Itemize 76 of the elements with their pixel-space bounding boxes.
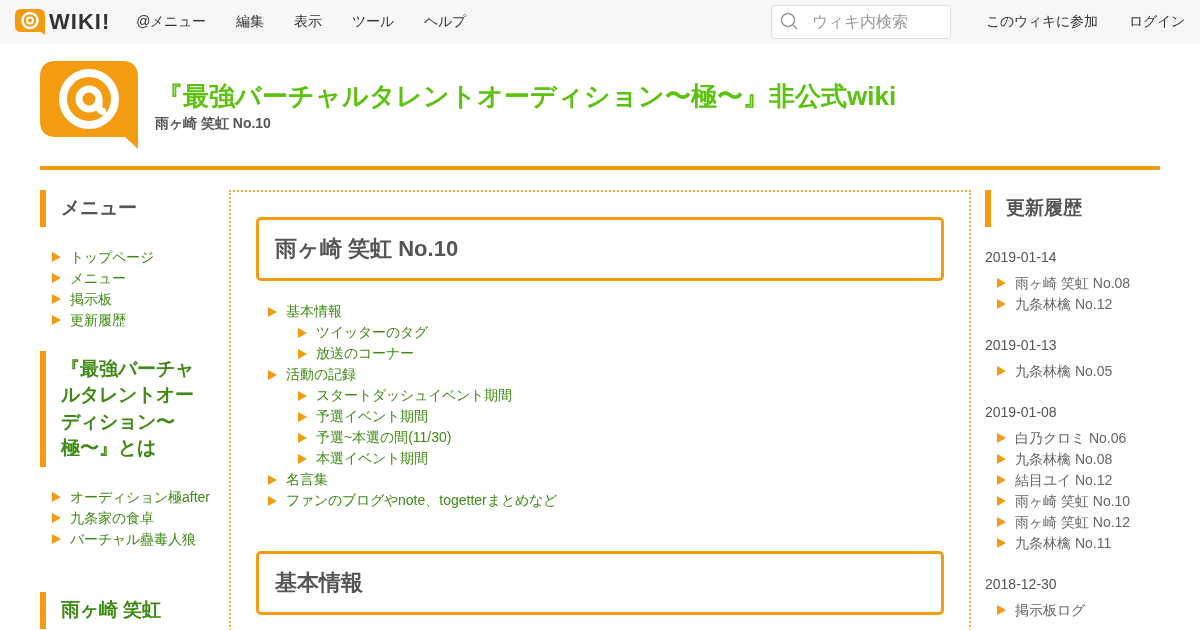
nav-link[interactable]: 本選イベント期間 (316, 448, 428, 469)
nav-link[interactable]: 九条林檎 No.05 (1015, 360, 1113, 382)
nav-link[interactable]: 予選~本選の間(11/30) (316, 427, 452, 448)
page-heading: 雨ヶ崎 笑虹 No.10 (256, 217, 944, 281)
menu-item[interactable]: 編集 (236, 13, 265, 31)
triangle-bullet-icon (298, 453, 307, 464)
triangle-bullet-icon (298, 327, 307, 338)
nav-link[interactable]: 更新履歴 (70, 309, 126, 331)
nav-link[interactable]: 活動の記録 (286, 364, 356, 385)
nav-link[interactable]: 掲示板ログ (1015, 599, 1085, 621)
nav-link[interactable]: トップページ (70, 246, 154, 268)
nav-link[interactable]: 名言集 (286, 469, 328, 490)
nav-link[interactable]: 掲示板 (70, 288, 112, 310)
triangle-bullet-icon (997, 517, 1006, 528)
menu-item[interactable]: ヘルプ (424, 13, 467, 31)
triangle-bullet-icon (997, 278, 1006, 289)
triangle-bullet-icon (997, 433, 1006, 444)
menu-item[interactable]: ツール (352, 13, 395, 31)
triangle-bullet-icon (52, 492, 61, 503)
menu-item[interactable]: 表示 (294, 13, 323, 31)
nav-link[interactable]: ファンのブログやnote、togetterまとめなど (286, 490, 557, 511)
sidebar-heading-link[interactable]: 雨ヶ崎 笑虹 (40, 591, 215, 629)
triangle-bullet-icon (268, 369, 277, 380)
nav-link[interactable]: 九条家の食卓 (70, 507, 154, 529)
page-subtitle: 雨ヶ崎 笑虹 No.10 (155, 115, 272, 133)
nav-link[interactable]: スタートダッシュイベント期間 (316, 385, 512, 406)
menu-item[interactable]: @メニュー (136, 13, 207, 31)
triangle-bullet-icon (52, 534, 61, 545)
date-label: 2019-01-13 (985, 336, 1058, 353)
triangle-bullet-icon (997, 538, 1006, 549)
triangle-bullet-icon (997, 475, 1006, 486)
triangle-bullet-icon (268, 306, 277, 317)
triangle-bullet-icon (52, 294, 61, 305)
logo-text[interactable]: WIKI! (49, 9, 111, 35)
triangle-bullet-icon (52, 315, 61, 326)
nav-link[interactable]: 九条林檎 No.12 (1015, 293, 1113, 315)
search-field[interactable]: ウィキ内検索 (771, 5, 951, 39)
triangle-bullet-icon (997, 454, 1006, 465)
triangle-bullet-icon (997, 366, 1006, 377)
top-link[interactable]: ログイン (1129, 13, 1185, 31)
at-logo-icon[interactable] (15, 9, 45, 35)
sidebar-heading-link[interactable]: 『最強バーチャルタレントオーディション〜極〜』とは (40, 350, 215, 467)
triangle-bullet-icon (997, 299, 1006, 310)
triangle-bullet-icon (268, 474, 277, 485)
nav-link[interactable]: 結目ユイ No.12 (1015, 469, 1113, 491)
top-link[interactable]: このウィキに参加 (986, 13, 1098, 31)
section-heading: 基本情報 (256, 551, 944, 615)
nav-link[interactable]: 九条林檎 No.08 (1015, 448, 1113, 470)
triangle-bullet-icon (52, 273, 61, 284)
triangle-bullet-icon (298, 390, 307, 401)
nav-link[interactable]: 九条林檎 No.11 (1015, 532, 1112, 554)
nav-link[interactable]: 白乃クロミ No.06 (1015, 427, 1127, 449)
at-logo-icon[interactable] (40, 61, 140, 149)
nav-link[interactable]: 放送のコーナー (316, 343, 414, 364)
nav-link[interactable]: バーチャル蠱毒人狼 (70, 528, 196, 550)
triangle-bullet-icon (52, 513, 61, 524)
nav-link[interactable]: 基本情報 (286, 301, 342, 322)
nav-link[interactable]: 雨ヶ崎 笑虹 No.12 (1015, 511, 1131, 533)
triangle-bullet-icon (52, 252, 61, 263)
date-label: 2018-12-30 (985, 575, 1058, 592)
triangle-bullet-icon (298, 432, 307, 443)
triangle-bullet-icon (298, 348, 307, 359)
nav-link[interactable]: 雨ヶ崎 笑虹 No.08 (1015, 272, 1131, 294)
nav-link[interactable]: オーディション極after (70, 486, 210, 508)
nav-link[interactable]: ツイッターのタグ (316, 322, 428, 343)
sidebar-heading: メニュー (40, 190, 215, 227)
triangle-bullet-icon (997, 605, 1006, 616)
nav-link[interactable]: メニュー (70, 267, 126, 289)
date-label: 2019-01-08 (985, 403, 1058, 420)
nav-link[interactable]: 予選イベント期間 (316, 406, 428, 427)
date-label: 2019-01-14 (985, 248, 1058, 265)
triangle-bullet-icon (298, 411, 307, 422)
sidebar-heading: 更新履歴 (985, 190, 1160, 227)
triangle-bullet-icon (268, 495, 277, 506)
nav-link[interactable]: 雨ヶ崎 笑虹 No.10 (1015, 490, 1131, 512)
triangle-bullet-icon (997, 496, 1006, 507)
